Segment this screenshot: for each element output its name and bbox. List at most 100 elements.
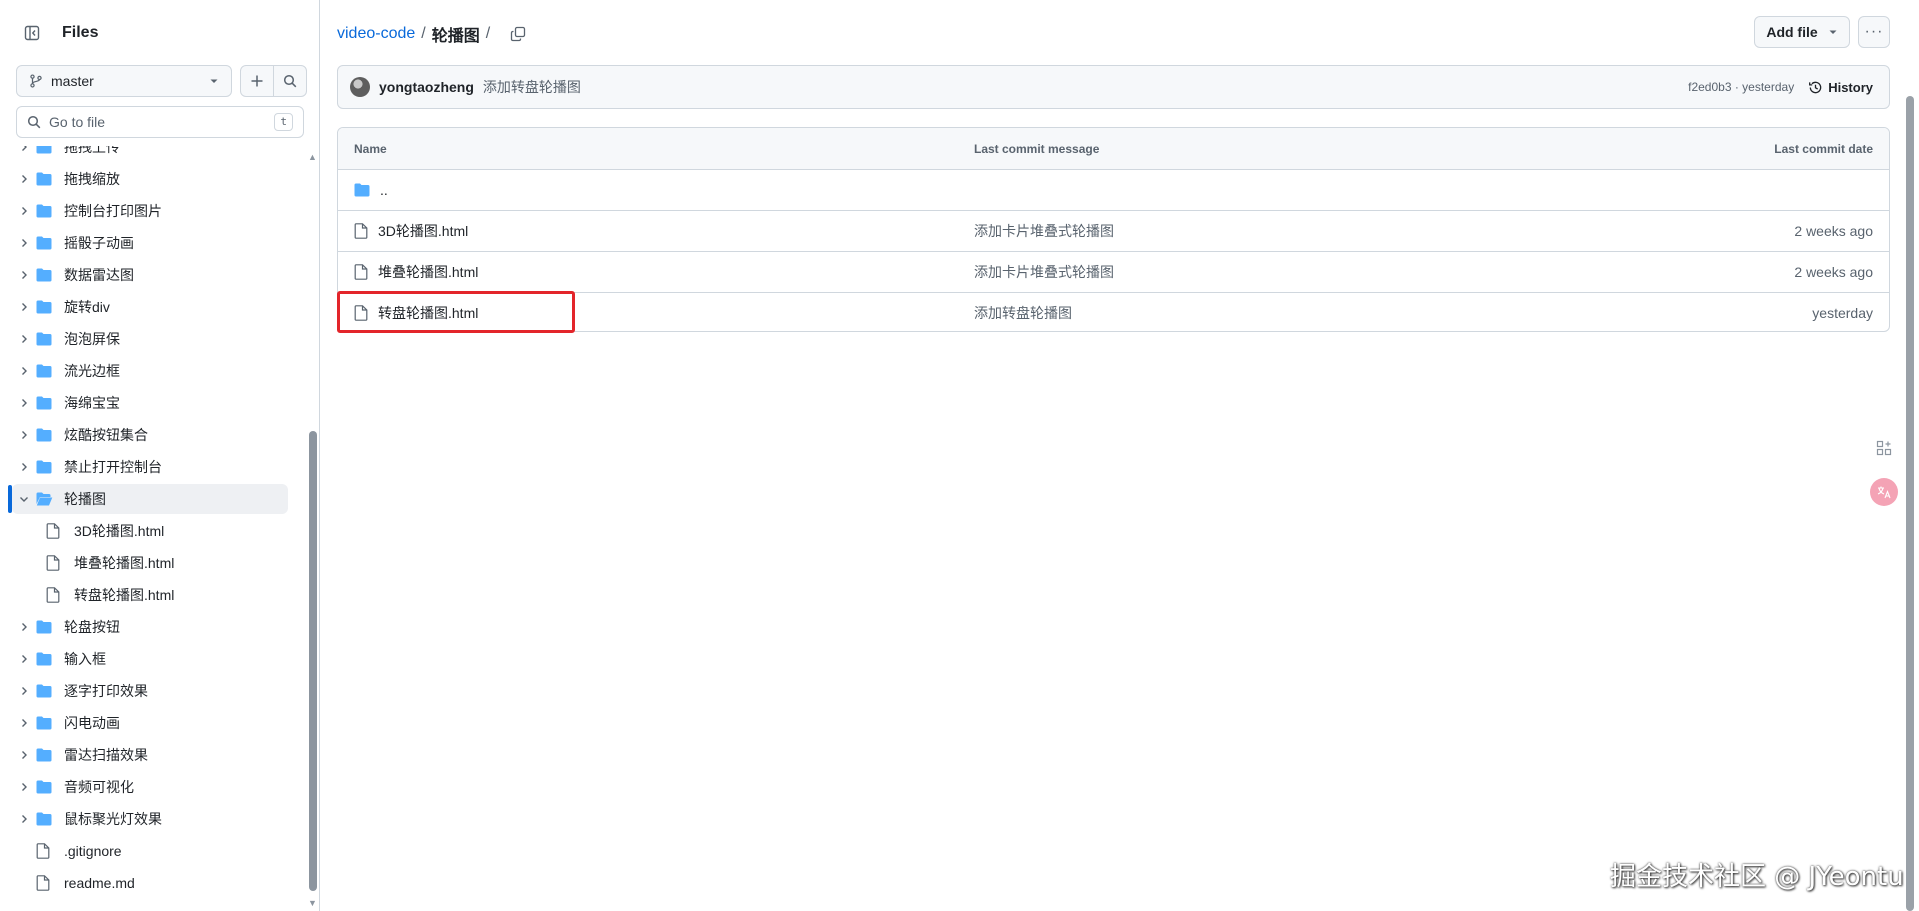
tree-item-label: 摇骰子动画 (64, 235, 134, 251)
tree-item-label: 炫酷按钮集合 (64, 427, 148, 443)
grid-apps-icon[interactable] (1870, 434, 1898, 462)
chevron-right-icon[interactable] (12, 622, 36, 632)
chevron-right-icon[interactable] (12, 366, 36, 376)
file-icon (354, 264, 368, 280)
tree-file-item[interactable]: .gitignore (12, 836, 288, 866)
more-options-button[interactable]: ··· (1858, 16, 1890, 48)
tree-file-item[interactable]: 堆叠轮播图.html (12, 548, 288, 578)
shortcut-key: t (274, 113, 293, 131)
chevron-right-icon[interactable] (12, 654, 36, 664)
copy-icon (511, 26, 526, 42)
tree-folder-item[interactable]: 闪电动画 (12, 708, 288, 738)
tree-folder-item[interactable]: 禁止打开控制台 (12, 452, 288, 482)
sidebar-scrollbar[interactable]: ▲ ▼ (306, 146, 320, 911)
sidebar-scroll-thumb[interactable] (309, 431, 317, 891)
tree-folder-item[interactable]: 旋转div (12, 292, 288, 322)
add-file-label: Add file (1766, 24, 1818, 40)
folder-icon (36, 652, 58, 666)
search-tree-button[interactable] (273, 65, 307, 97)
scroll-down-icon[interactable]: ▼ (308, 898, 317, 908)
copy-path-button[interactable] (510, 26, 526, 42)
collapse-sidebar-button[interactable] (14, 15, 50, 51)
tree-file-item[interactable]: 转盘轮播图.html (12, 580, 288, 610)
history-button[interactable]: History (1808, 80, 1873, 95)
tree-folder-item[interactable]: 音频可视化 (12, 772, 288, 802)
chevron-right-icon[interactable] (12, 398, 36, 408)
commit-sha-time[interactable]: f2ed0b3 · yesterday (1688, 80, 1794, 94)
chevron-right-icon[interactable] (12, 782, 36, 792)
chevron-right-icon[interactable] (12, 750, 36, 760)
commit-message[interactable]: 添加转盘轮播图 (483, 77, 1688, 97)
chevron-right-icon[interactable] (12, 718, 36, 728)
tree-item-label: 流光边框 (64, 363, 120, 379)
search-icon (27, 115, 41, 129)
chevron-right-icon[interactable] (12, 270, 36, 280)
tree-folder-item[interactable]: 轮播图 (12, 484, 288, 514)
chevron-right-icon[interactable] (12, 174, 36, 184)
chevron-right-icon[interactable] (12, 334, 36, 344)
scroll-up-icon[interactable]: ▲ (308, 152, 317, 162)
chevron-right-icon[interactable] (12, 430, 36, 440)
tree-folder-item[interactable]: 流光边框 (12, 356, 288, 386)
tree-folder-item[interactable]: 鼠标聚光灯效果 (12, 804, 288, 834)
table-header: Name Last commit message Last commit dat… (338, 128, 1889, 169)
folder-icon (36, 716, 58, 730)
tree-item-label: 堆叠轮播图.html (74, 555, 175, 571)
table-row[interactable]: 堆叠轮播图.html 添加卡片堆叠式轮播图 2 weeks ago (338, 251, 1889, 292)
file-name-cell[interactable]: 3D轮播图.html (354, 221, 468, 241)
folder-icon (36, 460, 58, 474)
chevron-right-icon[interactable] (12, 302, 36, 312)
commit-message-cell[interactable]: 添加卡片堆叠式轮播图 (974, 262, 1114, 282)
tree-folder-item[interactable]: 逐字打印效果 (12, 676, 288, 706)
tree-item-label: 鼠标聚光灯效果 (64, 811, 162, 827)
tree-folder-item[interactable]: 控制台打印图片 (12, 196, 288, 226)
breadcrumb-repo-link[interactable]: video-code (337, 25, 415, 43)
tree-folder-item[interactable]: 数据雷达图 (12, 260, 288, 290)
tree-folder-item[interactable]: 拖拽缩放 (12, 164, 288, 194)
commit-author[interactable]: yongtaozheng (379, 79, 474, 95)
tree-folder-item[interactable]: 输入框 (12, 644, 288, 674)
tree-folder-item[interactable]: 轮盘按钮 (12, 612, 288, 642)
tree-folder-item[interactable]: 炫酷按钮集合 (12, 420, 288, 450)
main-scrollbar[interactable] (1905, 96, 1915, 911)
commit-message-cell[interactable]: 添加转盘轮播图 (974, 303, 1072, 323)
table-row[interactable]: 3D轮播图.html 添加卡片堆叠式轮播图 2 weeks ago (338, 210, 1889, 251)
tree-folder-item[interactable]: 海绵宝宝 (12, 388, 288, 418)
chevron-right-icon[interactable] (12, 686, 36, 696)
parent-directory-link[interactable]: .. (354, 182, 388, 198)
history-label: History (1828, 79, 1873, 95)
chevron-right-icon[interactable] (12, 462, 36, 472)
tree-file-item[interactable]: readme.md (12, 868, 288, 898)
chevron-right-icon[interactable] (12, 146, 36, 152)
add-file-tree-button[interactable] (240, 65, 274, 97)
history-icon (1809, 81, 1822, 93)
branch-selector[interactable]: master (16, 65, 232, 97)
folder-icon (36, 146, 58, 154)
chevron-right-icon[interactable] (12, 238, 36, 248)
chevron-down-icon[interactable] (12, 494, 36, 504)
author-avatar[interactable] (350, 77, 370, 97)
folder-icon (36, 428, 58, 442)
chevron-right-icon[interactable] (12, 814, 36, 824)
go-to-file-input[interactable]: Go to file t (16, 106, 304, 138)
tree-file-item[interactable]: 3D轮播图.html (12, 516, 288, 546)
translate-icon[interactable] (1870, 478, 1898, 506)
tree-folder-item[interactable]: 摇骰子动画 (12, 228, 288, 258)
commit-message-cell[interactable]: 添加卡片堆叠式轮播图 (974, 221, 1114, 241)
chevron-right-icon[interactable] (12, 206, 36, 216)
tree-item-label: 拖拽缩放 (64, 171, 120, 187)
table-row-parent[interactable]: .. (338, 169, 1889, 210)
file-icon (354, 223, 368, 239)
tree-folder-item[interactable]: 雷达扫描效果 (12, 740, 288, 770)
file-name-cell[interactable]: 堆叠轮播图.html (354, 262, 478, 282)
main-scroll-thumb[interactable] (1906, 96, 1914, 911)
add-file-button[interactable]: Add file (1754, 16, 1850, 48)
file-icon (46, 555, 68, 571)
folder-icon (36, 204, 58, 218)
file-name: 3D轮播图.html (378, 223, 469, 239)
caret-down-icon (210, 79, 218, 83)
search-icon (283, 74, 297, 88)
tree-folder-item[interactable]: 泡泡屏保 (12, 324, 288, 354)
tree-folder-item[interactable]: 拖拽上传 (12, 146, 288, 162)
tree-item-label: 雷达扫描效果 (64, 747, 148, 763)
